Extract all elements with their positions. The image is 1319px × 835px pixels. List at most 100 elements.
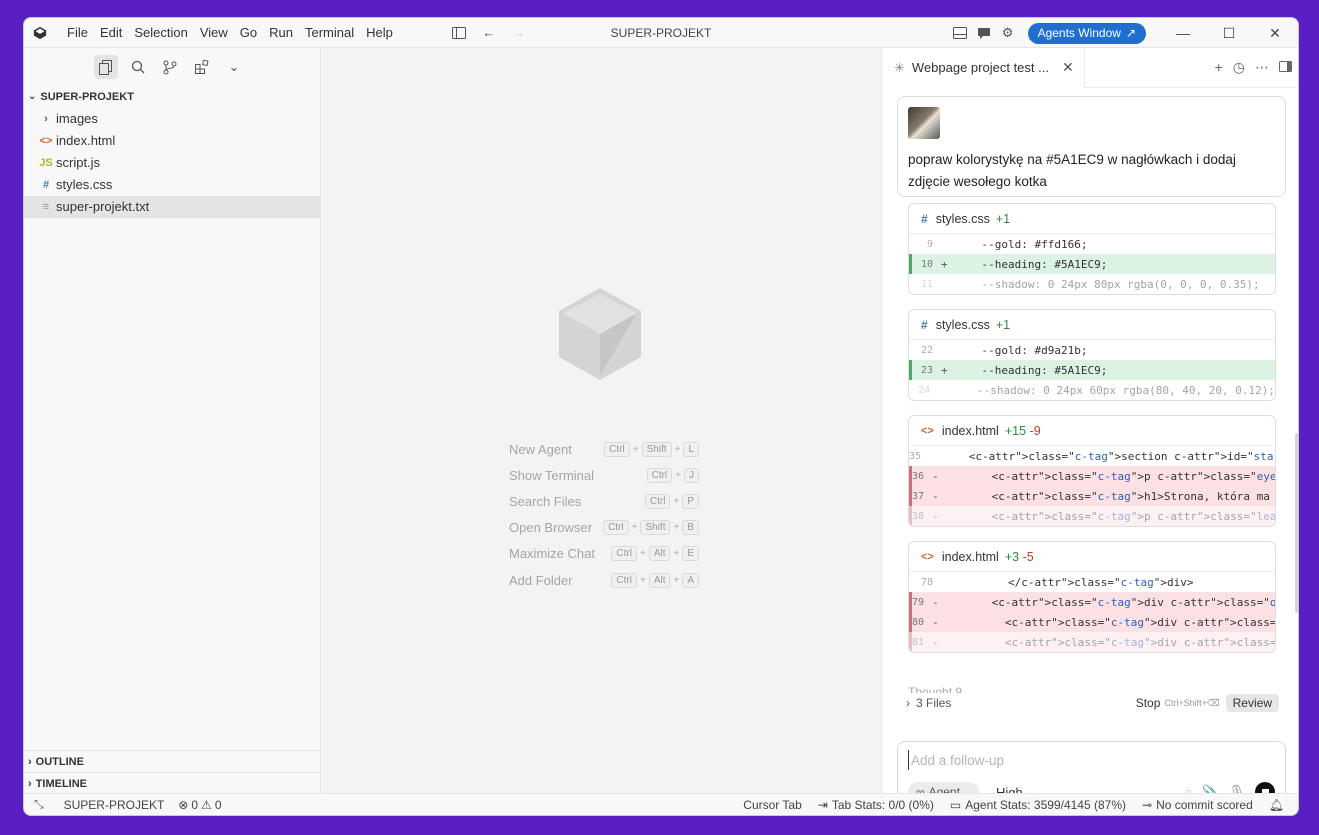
history-clock-icon[interactable]: ◷ <box>1233 59 1245 76</box>
more-ellipsis-icon[interactable]: ⋯ <box>1255 59 1269 76</box>
lines-added: +1 <box>995 317 1011 332</box>
lines-added: +3 <box>1004 549 1020 564</box>
file-tree-item[interactable]: JS script.js <box>24 152 320 174</box>
diff-sign: - <box>932 469 939 483</box>
project-root[interactable]: ⌄ SUPER-PROJEKT <box>24 86 320 108</box>
user-message[interactable]: popraw kolorystykę na #5A1EC9 w nagłówka… <box>897 96 1286 197</box>
chevron-right-icon: › <box>28 777 32 790</box>
diff-stats: +3 -5 <box>1005 550 1034 564</box>
toggle-panel-icon[interactable] <box>1279 59 1292 76</box>
settings-gear-icon[interactable]: ⚙ <box>1000 25 1016 41</box>
diff-card[interactable]: <> index.html +3 -5 78 </c-attr">class="c-t… <box>908 541 1276 653</box>
key-plus: + <box>631 522 638 534</box>
menu-selection[interactable]: Selection <box>128 18 193 48</box>
menu-edit[interactable]: Edit <box>94 18 128 48</box>
remote-connection-icon[interactable]: ⤡ <box>34 797 44 812</box>
menu-terminal[interactable]: Terminal <box>299 18 360 48</box>
maximize-button[interactable]: ☐ <box>1206 18 1252 48</box>
tab-stats-item[interactable]: ⇥ Tab Stats: 0/0 (0%) <box>818 798 934 812</box>
commit-score-item[interactable]: ⊸ No commit scored <box>1142 798 1253 812</box>
cursor-tab-status[interactable]: Cursor Tab <box>743 798 801 812</box>
chevron-right-icon[interactable]: › <box>906 696 910 710</box>
cursor-logo-icon <box>559 288 641 380</box>
line-number: 81 <box>912 636 925 648</box>
chat-tab-title: Webpage project test ... <box>911 60 1049 75</box>
key-plus: + <box>673 548 680 560</box>
key-cap: Ctrl <box>604 441 630 457</box>
shortcut-open-browser[interactable]: Open Browser Ctrl + Shift + B <box>509 515 699 541</box>
chevron-down-icon[interactable]: ⌄ <box>222 55 246 79</box>
chat-scrollbar[interactable] <box>1295 433 1298 613</box>
extensions-icon[interactable] <box>190 55 214 79</box>
problems-indicator[interactable]: ⊗ 0 ⚠ 0 <box>178 798 221 812</box>
toggle-sidebar-icon[interactable] <box>451 25 467 41</box>
diff-card-header[interactable]: # styles.css +1 <box>909 204 1275 234</box>
agents-window-button[interactable]: Agents Window ↗ <box>1027 22 1146 44</box>
diff-sign: + <box>941 257 948 271</box>
explorer-files-icon[interactable] <box>94 55 118 79</box>
diff-line: 11 --shadow: 0 24px 80px rgba(0, 0, 0, 0… <box>909 274 1275 294</box>
forward-arrow-icon[interactable]: → <box>511 25 527 41</box>
diff-card[interactable]: # styles.css +1 9 --gold: #ffd166; 10 + --hea… <box>908 203 1276 295</box>
menu-view[interactable]: View <box>194 18 234 48</box>
timeline-panel-header[interactable]: › TIMELINE <box>24 772 320 794</box>
diff-line: 81- <c-attr">class="c-tag">div c-attr">c… <box>909 632 1275 652</box>
key-plus: + <box>639 574 646 586</box>
review-button[interactable]: Review <box>1225 694 1279 712</box>
menu-help[interactable]: Help <box>360 18 399 48</box>
files-summary[interactable]: 3 Files <box>916 696 951 710</box>
chat-tab[interactable]: ✳ Webpage project test ... ✕ <box>882 47 1085 88</box>
external-arrow-icon: ↗ <box>1125 26 1136 40</box>
code-text: <c-attr">class="c-tag">div c-attr">class… <box>938 635 1276 649</box>
stop-button[interactable]: Stop <box>1136 696 1161 710</box>
warning-count: 0 <box>214 797 222 812</box>
diff-card-header[interactable]: <> index.html +3 -5 <box>909 542 1275 572</box>
cat-image-thumbnail[interactable] <box>908 107 940 139</box>
menu-file[interactable]: File <box>61 18 94 48</box>
file-name: images <box>56 111 98 126</box>
new-chat-plus-icon[interactable]: + <box>1215 59 1223 76</box>
diff-card-header[interactable]: # styles.css +1 <box>909 310 1275 340</box>
layout-panel-icon[interactable] <box>952 25 968 41</box>
search-icon[interactable] <box>126 55 150 79</box>
shortcut-maximize-chat[interactable]: Maximize Chat Ctrl + Alt + E <box>509 541 699 567</box>
diff-card[interactable]: <> index.html +15 -9 35 <c-attr">class="c-t… <box>908 415 1276 527</box>
follow-up-input[interactable] <box>908 750 1268 770</box>
close-tab-icon[interactable]: ✕ <box>1062 59 1074 76</box>
line-number: 36 <box>912 470 925 482</box>
back-arrow-icon[interactable]: ← <box>481 25 497 41</box>
diff-stats: +1 <box>996 318 1010 332</box>
agent-stats-item[interactable]: ▭ Agent Stats: 3599/4145 (87%) <box>950 798 1126 812</box>
shortcut-add-folder[interactable]: Add Folder Ctrl + Alt + A <box>509 567 699 593</box>
menu-run[interactable]: Run <box>263 18 299 48</box>
outline-panel-header[interactable]: › OUTLINE <box>24 750 320 772</box>
key-plus: + <box>639 548 646 560</box>
html-file-icon: <> <box>921 424 934 437</box>
diff-line: 80- <c-attr">class="c-tag">div c-attr">c… <box>909 612 1275 632</box>
source-control-icon[interactable] <box>158 55 182 79</box>
file-tree-item[interactable]: <> index.html <box>24 130 320 152</box>
error-circle-icon: ⊗ <box>178 797 189 812</box>
outline-label: OUTLINE <box>35 755 84 768</box>
key-cap: Ctrl <box>611 572 637 588</box>
diff-card[interactable]: # styles.css +1 22 --gold: #d9a21b; 23 + --he… <box>908 309 1276 401</box>
agent-status-strip: › 3 Files Stop Ctrl+Shift+⌫ Review <box>882 693 1298 713</box>
shortcut-list: New Agent Ctrl + Shift + L Show Terminal Ctrl + J… <box>509 436 699 593</box>
chat-bubble-icon[interactable] <box>976 25 992 41</box>
menu-go[interactable]: Go <box>234 18 263 48</box>
shortcut-search-files[interactable]: Search Files Ctrl + P <box>509 488 699 514</box>
minimize-button[interactable]: — <box>1160 18 1206 48</box>
shortcut-new-agent[interactable]: New Agent Ctrl + Shift + L <box>509 436 699 462</box>
file-tree-item[interactable]: › images <box>24 108 320 130</box>
diff-card-header[interactable]: <> index.html +15 -9 <box>909 416 1275 446</box>
file-tree-item[interactable]: ≡ super-projekt.txt <box>24 196 320 218</box>
close-window-button[interactable]: ✕ <box>1252 18 1298 48</box>
project-name: SUPER-PROJEKT <box>40 91 134 103</box>
notification-bell-icon[interactable]: 🔔︎ <box>1269 798 1284 812</box>
agents-window-label: Agents Window <box>1037 26 1121 40</box>
status-project[interactable]: SUPER-PROJEKT <box>64 798 165 812</box>
chat-messages[interactable]: popraw kolorystykę na #5A1EC9 w nagłówka… <box>882 88 1298 693</box>
diff-sign: - <box>932 509 939 523</box>
shortcut-show-terminal[interactable]: Show Terminal Ctrl + J <box>509 462 699 488</box>
file-tree-item[interactable]: # styles.css <box>24 174 320 196</box>
